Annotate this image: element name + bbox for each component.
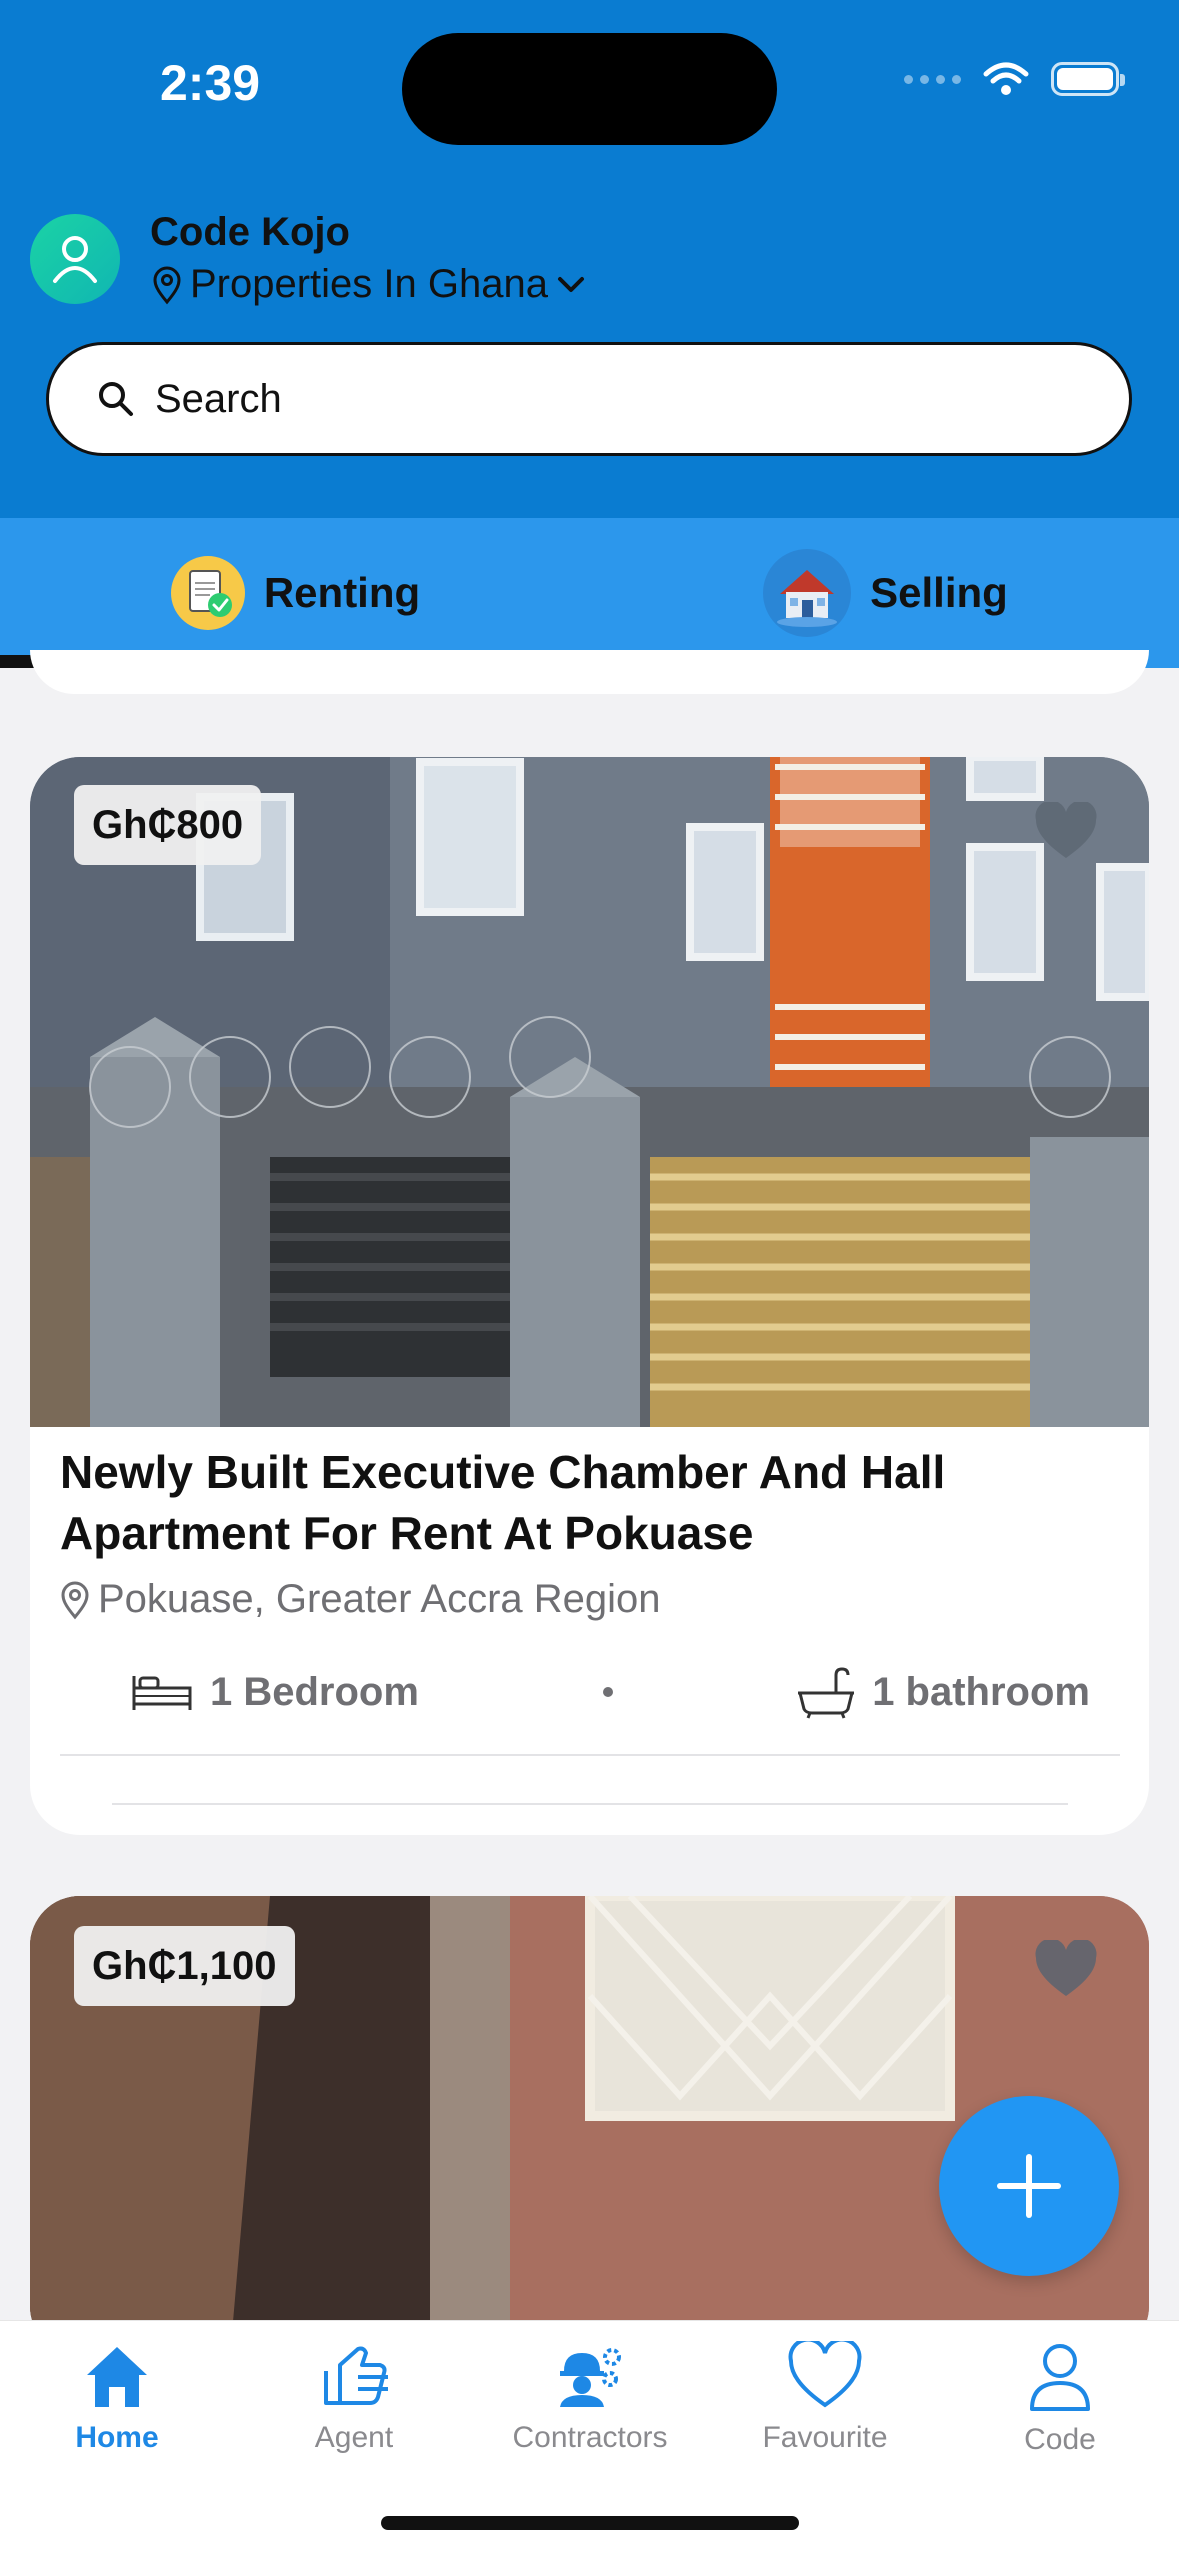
nav-favourite[interactable]: Favourite: [725, 2341, 925, 2455]
card-divider: [60, 1754, 1120, 1756]
tab-renting-label: Renting: [263, 569, 421, 616]
previous-card-edge: [30, 650, 1149, 694]
favourite-heart-icon[interactable]: [1033, 1940, 1099, 2000]
heart-icon: [788, 2341, 862, 2408]
nav-code[interactable]: Code: [960, 2341, 1160, 2457]
location-pin-icon: [61, 1581, 89, 1619]
bed-icon: [132, 1676, 192, 1710]
bathtub-icon: [798, 1667, 855, 1719]
user-icon: [53, 236, 97, 283]
status-time: 2:39: [160, 55, 261, 111]
nav-agent-label: Agent: [314, 2421, 394, 2454]
nav-code-label: Code: [1024, 2423, 1096, 2456]
bedroom-count: 1 Bedroom: [210, 1669, 419, 1714]
tab-renting[interactable]: Renting: [0, 518, 590, 668]
profile-icon: [1030, 2344, 1090, 2411]
feature-separator: [602, 1687, 613, 1697]
location-selector[interactable]: Properties In Ghana: [152, 262, 586, 307]
house-sale-icon: [763, 549, 852, 637]
listing-photo: Gh₵800: [30, 757, 1149, 1427]
listing-title: Newly Built Executive Chamber And Hall A…: [60, 1446, 946, 1559]
nav-favourite-label: Favourite: [762, 2421, 888, 2454]
favourite-heart-icon[interactable]: [1033, 802, 1099, 862]
nav-contractors[interactable]: Contractors: [490, 2341, 690, 2455]
bathroom-count: 1 bathroom: [872, 1669, 1090, 1714]
location-label: Properties In Ghana: [190, 262, 548, 306]
listing-location-text: Pokuase, Greater Accra Region: [98, 1577, 661, 1621]
search-icon: [99, 382, 133, 416]
location-pin-icon: [153, 266, 181, 304]
plus-icon: [997, 2154, 1061, 2218]
price-badge: Gh₵1,100: [74, 1926, 295, 2006]
listing-location: Pokuase, Greater Accra Region: [60, 1577, 661, 1622]
nav-home-label: Home: [75, 2421, 159, 2454]
price-badge: Gh₵800: [74, 785, 262, 865]
bedroom-feature: 1 Bedroom: [130, 1670, 419, 1715]
dynamic-island: [402, 33, 777, 145]
chevron-down-icon: [558, 276, 584, 292]
nav-home[interactable]: Home: [17, 2341, 217, 2455]
cellular-signal-icon: [904, 74, 961, 84]
listing-tabs: Renting Selling: [0, 518, 1179, 668]
tab-selling[interactable]: Selling: [590, 518, 1179, 668]
contractors-icon: [560, 2348, 621, 2407]
rent-document-icon: [170, 556, 245, 630]
wifi-icon: [983, 62, 1029, 95]
bathroom-feature: 1 bathroom: [796, 1665, 1090, 1719]
agent-icon: [324, 2346, 388, 2405]
search-placeholder: Search: [155, 376, 282, 421]
battery-icon: [1051, 62, 1125, 96]
status-icons: [904, 62, 1125, 96]
add-listing-button[interactable]: [939, 2096, 1119, 2276]
home-icon: [87, 2347, 147, 2407]
user-name: Code Kojo: [150, 210, 350, 254]
nav-agent[interactable]: Agent: [254, 2341, 454, 2455]
avatar[interactable]: [30, 214, 120, 304]
home-indicator: [381, 2516, 799, 2530]
nav-contractors-label: Contractors: [512, 2421, 668, 2454]
listing-card[interactable]: Gh₵800 Newly Built Executive Chamber And…: [30, 757, 1149, 1835]
card-divider: [112, 1803, 1068, 1805]
search-input[interactable]: Search: [46, 342, 1132, 456]
app-header: 2:39 Code Kojo Properties In Ghana Searc…: [0, 0, 1179, 518]
listing-features: 1 Bedroom 1 bathroom: [130, 1665, 1090, 1719]
tab-selling-label: Selling: [870, 569, 1008, 616]
